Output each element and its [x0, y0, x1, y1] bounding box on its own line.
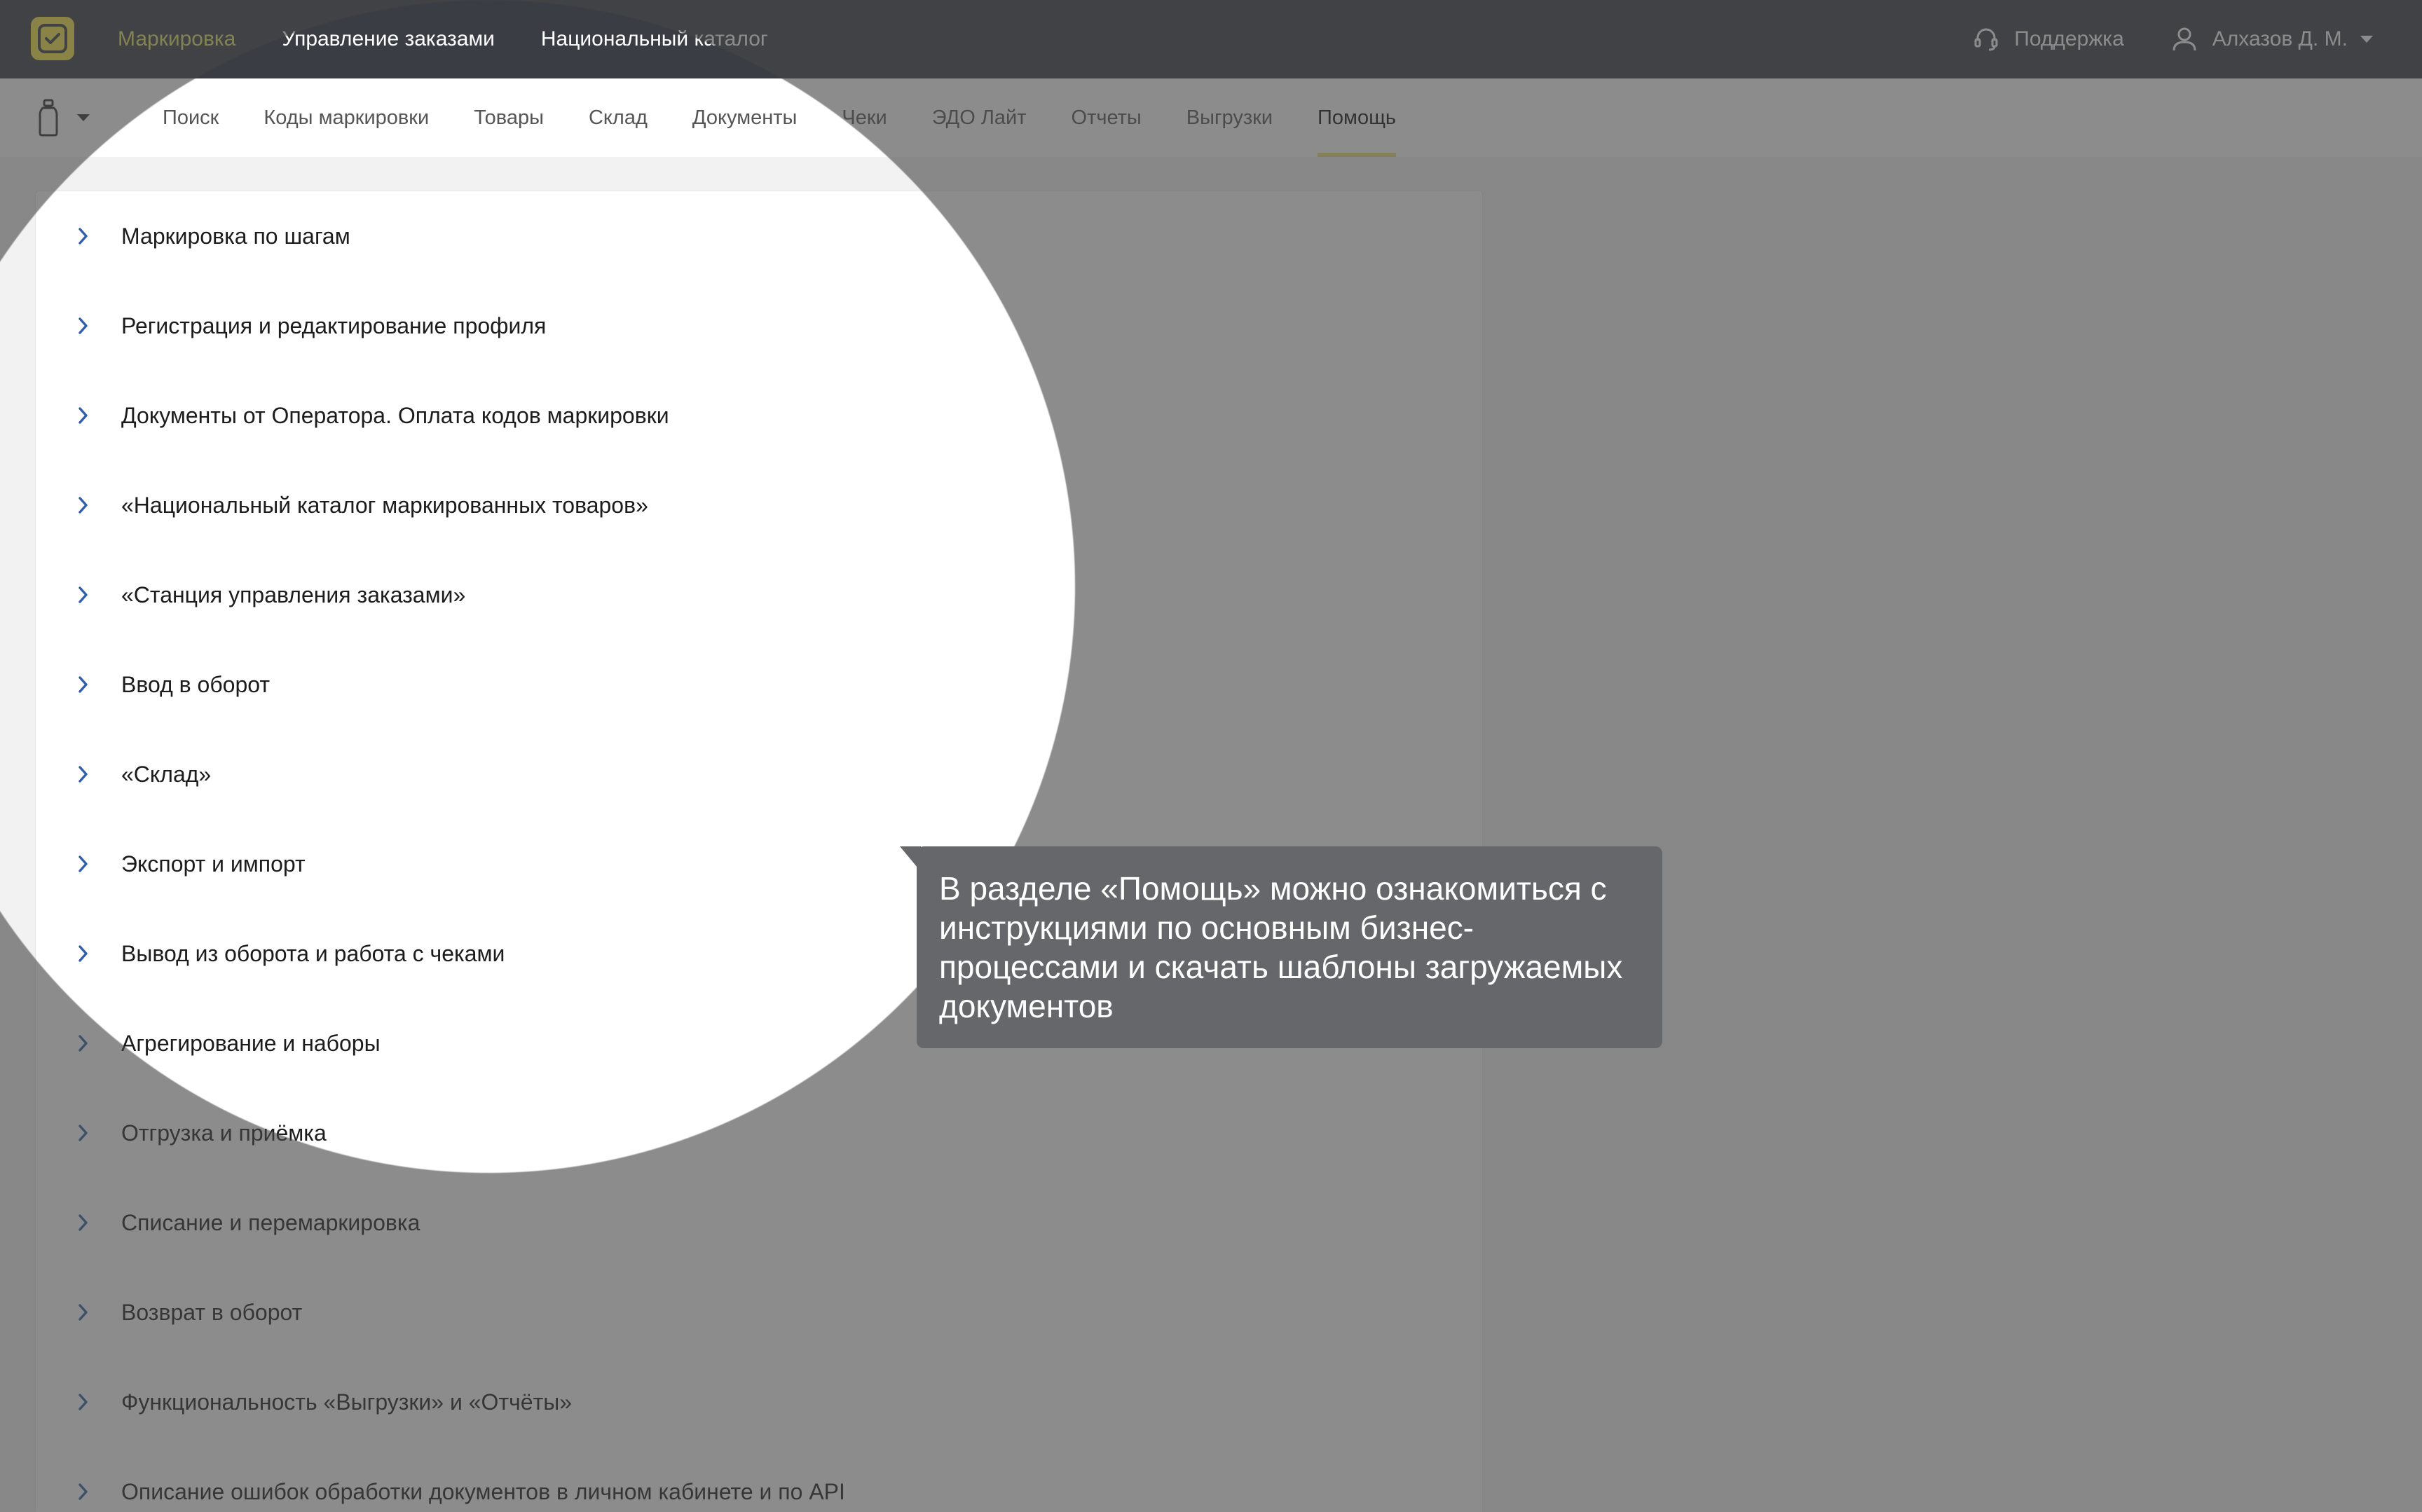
tab-edo-lite[interactable]: ЭДО Лайт [932, 78, 1027, 157]
chevron-right-icon [74, 1392, 93, 1412]
tab-documents[interactable]: Документы [692, 78, 798, 157]
help-topic-item[interactable]: Отгрузка и приёмка [36, 1088, 1482, 1178]
section-tabs: Поиск Коды маркировки Товары Склад Докум… [163, 78, 1441, 157]
app-logo[interactable] [31, 17, 74, 60]
user-icon [2173, 27, 2196, 51]
support-link[interactable]: Поддержка [1972, 25, 2124, 53]
tab-search[interactable]: Поиск [163, 78, 219, 157]
chevron-down-icon [2360, 36, 2373, 43]
chevron-right-icon [74, 1303, 93, 1322]
user-name: Алхазов Д. М. [2212, 27, 2348, 50]
tab-warehouse[interactable]: Склад [589, 78, 648, 157]
help-topic-item[interactable]: Функциональность «Выгрузки» и «Отчёты» [36, 1357, 1482, 1447]
chevron-right-icon [74, 495, 93, 515]
tab-exports[interactable]: Выгрузки [1186, 78, 1273, 157]
chevron-right-icon [74, 944, 93, 963]
help-topic-label: Экспорт и импорт [121, 851, 306, 877]
chevron-right-icon [74, 1482, 93, 1501]
help-topic-item[interactable]: «Национальный каталог маркированных това… [36, 460, 1482, 550]
top-right-controls: Поддержка Алхазов Д. М. [1926, 0, 2373, 78]
help-topic-item[interactable]: Регистрация и редактирование профиля [36, 281, 1482, 371]
chevron-right-icon [74, 316, 93, 336]
top-nav: Маркировка Управление заказами Националь… [118, 0, 814, 78]
help-topic-item[interactable]: Описание ошибок обработки документов в л… [36, 1447, 1482, 1512]
chevron-right-icon [74, 1123, 93, 1143]
onboarding-tooltip: В разделе «Помощь» можно ознакомиться с … [900, 846, 1662, 1048]
chevron-right-icon [74, 1033, 93, 1053]
help-topic-label: «Склад» [121, 761, 212, 787]
tab-goods[interactable]: Товары [474, 78, 544, 157]
help-topic-item[interactable]: «Склад» [36, 729, 1482, 819]
headset-icon [1974, 28, 1998, 51]
bottle-icon [39, 99, 58, 137]
help-topic-item[interactable]: Списание и перемаркировка [36, 1178, 1482, 1267]
chevron-right-icon [74, 854, 93, 874]
tab-help[interactable]: Помощь [1318, 78, 1397, 157]
help-topic-label: Списание и перемаркировка [121, 1209, 420, 1235]
chevron-right-icon [74, 226, 93, 246]
help-topic-label: «Станция управления заказами» [121, 582, 466, 607]
help-topic-label: Регистрация и редактирование профиля [121, 312, 547, 338]
top-nav-national-catalog[interactable]: Национальный каталог [541, 27, 768, 51]
help-topic-label: Описание ошибок обработки документов в л… [121, 1478, 845, 1504]
tab-reports[interactable]: Отчеты [1072, 78, 1142, 157]
help-topic-label: Возврат в оборот [121, 1299, 303, 1325]
logo-icon [38, 24, 67, 53]
help-topic-label: Вывод из оборота и работа с чеками [121, 940, 505, 966]
top-bar: Маркировка Управление заказами Националь… [0, 0, 2422, 78]
chevron-down-icon [77, 114, 90, 121]
device-selector[interactable] [36, 97, 90, 139]
chevron-right-icon [74, 1213, 93, 1232]
help-topic-item[interactable]: Документы от Оператора. Оплата кодов мар… [36, 371, 1482, 460]
help-topic-item[interactable]: Ввод в оборот [36, 640, 1482, 729]
help-topic-label: Маркировка по шагам [121, 223, 350, 249]
help-topic-label: «Национальный каталог маркированных това… [121, 492, 648, 518]
chevron-right-icon [74, 406, 93, 425]
help-topic-label: Функциональность «Выгрузки» и «Отчёты» [121, 1389, 573, 1415]
top-nav-marking[interactable]: Маркировка [118, 27, 235, 51]
chevron-right-icon [74, 585, 93, 605]
help-topic-item[interactable]: Маркировка по шагам [36, 191, 1482, 281]
tab-receipts[interactable]: Чеки [842, 78, 887, 157]
top-nav-order-management[interactable]: Управление заказами [282, 27, 495, 51]
help-topic-item[interactable]: Возврат в оборот [36, 1267, 1482, 1357]
section-nav: Поиск Коды маркировки Товары Склад Докум… [0, 78, 2422, 157]
help-topic-label: Агрегирование и наборы [121, 1030, 381, 1056]
help-topic-item[interactable]: «Станция управления заказами» [36, 550, 1482, 640]
help-topic-label: Ввод в оборот [121, 671, 270, 697]
help-topic-label: Документы от Оператора. Оплата кодов мар… [121, 402, 669, 428]
chevron-right-icon [74, 675, 93, 694]
user-menu[interactable]: Алхазов Д. М. [2170, 25, 2373, 53]
tab-marking-codes[interactable]: Коды маркировки [264, 78, 429, 157]
help-topic-label: Отгрузка и приёмка [121, 1120, 327, 1146]
chevron-right-icon [74, 764, 93, 784]
support-label: Поддержка [2014, 27, 2124, 50]
tooltip-text: В разделе «Помощь» можно ознакомиться с … [939, 870, 1623, 1024]
